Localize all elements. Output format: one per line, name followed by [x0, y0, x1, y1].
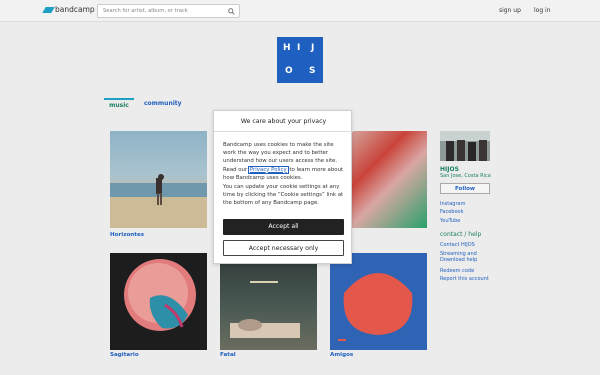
accept-necessary-button[interactable]: Accept necessary only [223, 240, 344, 256]
dialog-settings-text: You can update your cookie settings at a… [223, 184, 344, 207]
cookie-consent-dialog: We care about your privacy Bandcamp uses… [213, 110, 353, 264]
dialog-body-text: Bandcamp uses cookies to make the site w… [223, 141, 346, 182]
privacy-policy-link[interactable]: Privacy Policy [247, 165, 289, 174]
accept-all-button[interactable]: Accept all [223, 219, 344, 235]
dialog-title: We care about your privacy [214, 111, 353, 132]
